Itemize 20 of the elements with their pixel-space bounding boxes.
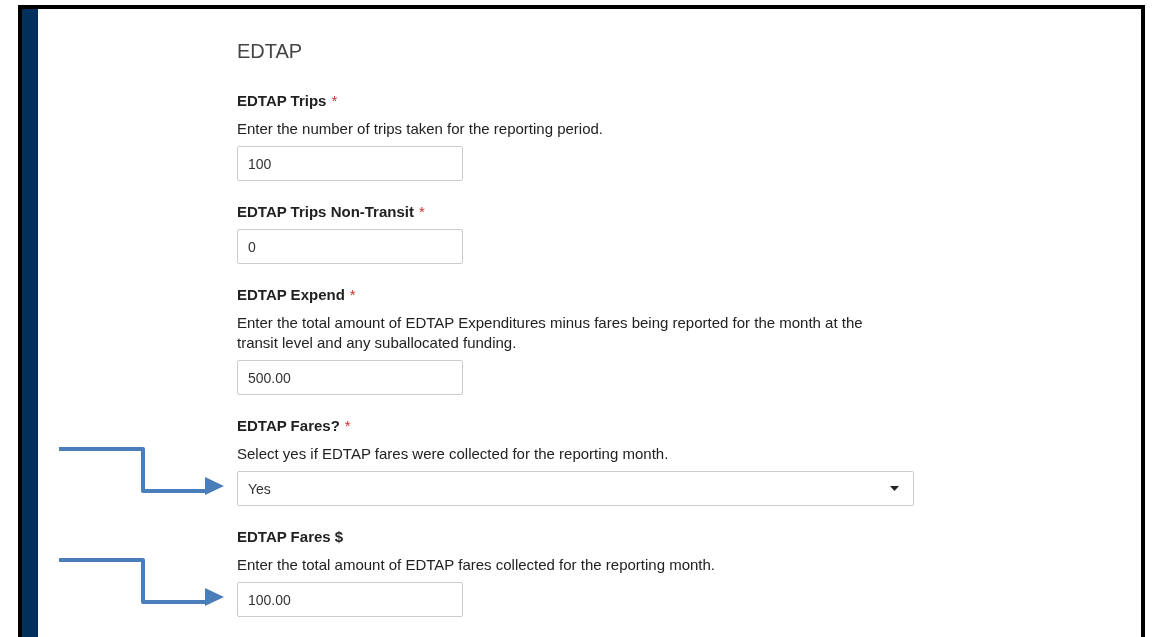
required-mark: *: [331, 91, 338, 111]
caret-icon: [890, 486, 899, 491]
input-field[interactable]: 500.00: [237, 360, 463, 395]
dropdown-field[interactable]: Yes: [237, 471, 914, 506]
field-description: Enter the number of trips taken for the reporting period.: [237, 119, 605, 139]
required-mark: *: [344, 416, 351, 436]
field-label: EDTAP Trips: [237, 91, 327, 111]
required-mark: *: [349, 285, 356, 305]
field-label: EDTAP Expend: [237, 285, 345, 305]
field-description: Enter the total amount of EDTAP Expenditures minus fares being reported for the month at the transit level and any suballocated funding.: [237, 313, 864, 353]
section-title: EDTAP: [237, 39, 304, 64]
field-label: EDTAP Fares?: [237, 416, 340, 436]
input-field[interactable]: 100.00: [237, 582, 463, 617]
input-field[interactable]: 0: [237, 229, 463, 264]
input-field[interactable]: 100: [237, 146, 463, 181]
field-label: EDTAP Trips Non-Transit: [237, 202, 414, 222]
field-description: Enter the total amount of EDTAP fares collected for the reporting month.: [237, 555, 717, 575]
field-description: Select yes if EDTAP fares were collected for the reporting month.: [237, 444, 670, 464]
field-label: EDTAP Fares $: [237, 527, 344, 547]
required-mark: *: [418, 202, 425, 222]
